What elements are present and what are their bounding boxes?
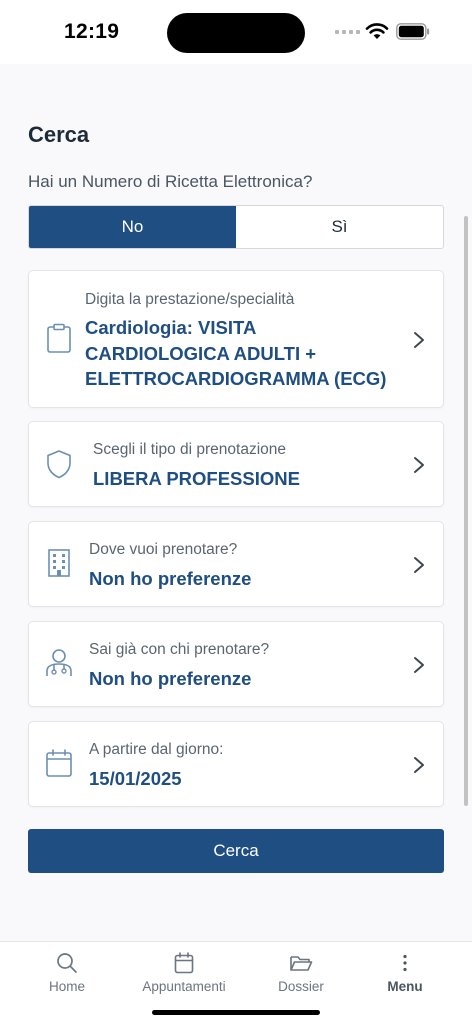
- main-content: Cerca Hai un Numero di Ricetta Elettroni…: [0, 64, 472, 941]
- date-card[interactable]: A partire dal giorno: 15/01/2025: [28, 721, 444, 807]
- tab-menu-label: Menu: [387, 979, 423, 994]
- chevron-right-icon: [414, 757, 424, 773]
- date-value: 15/01/2025: [89, 768, 182, 789]
- doctor-label: Sai già con chi prenotare?: [89, 641, 270, 658]
- chevron-right-icon: [414, 457, 424, 473]
- tab-appointments-label: Appuntamenti: [142, 979, 226, 994]
- service-value: Cardiologia: VISITA CARDIOLOGICA ADULTI …: [85, 317, 387, 389]
- wifi-icon: [365, 23, 389, 39]
- chevron-right-icon: [414, 332, 424, 348]
- booking-type-value: LIBERA PROFESSIONE: [93, 468, 300, 489]
- location-card[interactable]: Dove vuoi prenotare? Non ho preferenze: [28, 521, 444, 607]
- dynamic-island: [167, 13, 305, 53]
- signal-icon: [335, 30, 360, 34]
- doctor-icon: [46, 649, 72, 676]
- home-indicator: [152, 1010, 320, 1015]
- tab-bar: Home Appuntamenti Dossier Menu: [0, 941, 472, 1024]
- booking-type-card[interactable]: Scegli il tipo di prenotazione LIBERA PR…: [28, 421, 444, 507]
- more-vertical-icon: [403, 954, 407, 972]
- search-button[interactable]: Cerca: [28, 829, 444, 873]
- chevron-right-icon: [414, 557, 424, 573]
- page-title: Cerca: [28, 122, 90, 147]
- prescription-toggle: No Sì: [28, 205, 444, 249]
- tab-home[interactable]: Home: [8, 942, 126, 1002]
- clipboard-icon: [47, 323, 71, 353]
- chevron-right-icon: [414, 657, 424, 673]
- folder-icon: [290, 956, 313, 971]
- prescription-question: Hai un Numero di Ricetta Elettronica?: [28, 172, 313, 191]
- status-time: 12:19: [64, 20, 120, 43]
- tab-dossier-label: Dossier: [278, 979, 324, 994]
- search-icon: [57, 953, 77, 973]
- date-label: A partire dal giorno:: [89, 741, 224, 758]
- building-icon: [48, 549, 70, 577]
- calendar-icon: [46, 749, 72, 777]
- doctor-value: Non ho preferenze: [89, 668, 252, 689]
- doctor-card[interactable]: Sai già con chi prenotare? Non ho prefer…: [28, 621, 444, 707]
- calendar-icon: [174, 952, 194, 974]
- service-card[interactable]: Digita la prestazione/specialità Cardiol…: [28, 270, 444, 408]
- tab-home-label: Home: [48, 979, 85, 994]
- shield-icon: [47, 450, 71, 479]
- tab-menu[interactable]: Menu: [346, 942, 464, 1002]
- status-bar: 12:19: [0, 0, 472, 64]
- location-value: Non ho preferenze: [89, 568, 252, 589]
- tab-appointments[interactable]: Appuntamenti: [125, 942, 243, 1002]
- location-label: Dove vuoi prenotare?: [89, 541, 238, 558]
- toggle-yes-button[interactable]: Sì: [236, 206, 443, 248]
- toggle-no-button[interactable]: No: [29, 206, 236, 248]
- scrollbar[interactable]: [464, 216, 468, 806]
- tab-dossier[interactable]: Dossier: [242, 942, 360, 1002]
- booking-type-label: Scegli il tipo di prenotazione: [93, 441, 287, 458]
- service-label: Digita la prestazione/specialità: [85, 291, 295, 308]
- battery-icon: [396, 23, 430, 40]
